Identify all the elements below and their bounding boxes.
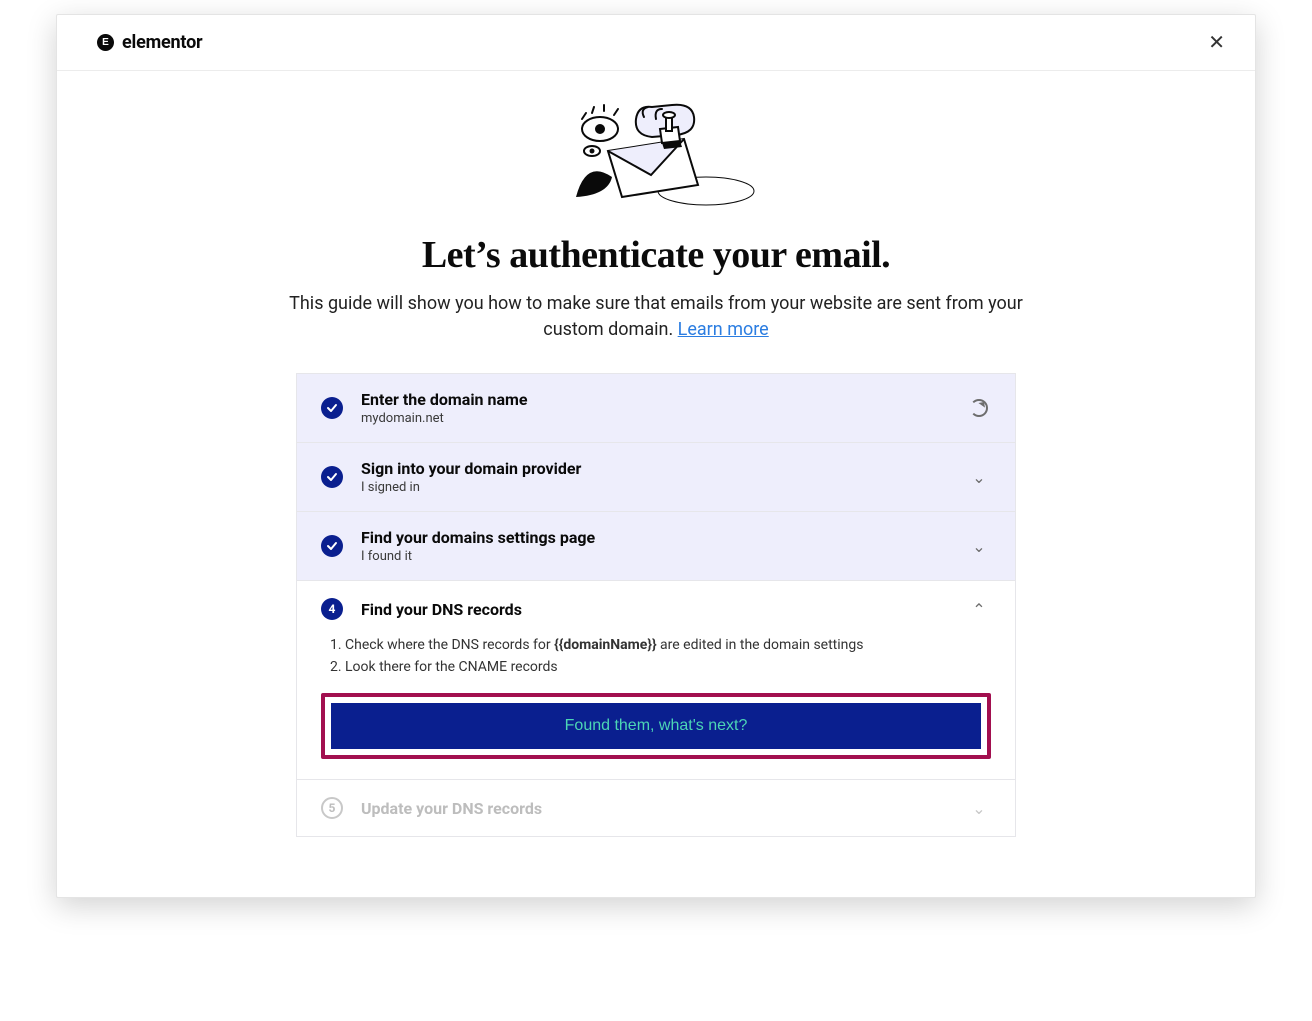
instruction-text: are edited in the domain settings (657, 637, 864, 653)
step-enter-domain: Enter the domain name mydomain.net (297, 374, 1015, 442)
check-icon (321, 466, 343, 488)
auth-email-modal: E elementor ✕ (56, 14, 1256, 898)
hero-illustration (556, 99, 756, 209)
step-sign-in-provider: Sign into your domain provider I signed … (297, 442, 1015, 511)
step-number-badge: 5 (321, 797, 343, 819)
step-find-dns-records: 4 Find your DNS records ⌃ Check where th… (297, 580, 1015, 779)
refresh-icon (970, 399, 988, 417)
modal-content: Let’s authenticate your email. This guid… (57, 71, 1255, 897)
found-them-next-button[interactable]: Found them, what's next? (331, 703, 981, 749)
instruction-item: Check where the DNS records for {{domain… (345, 637, 991, 653)
brand: E elementor (97, 32, 202, 53)
step-header[interactable]: Find your domains settings page I found … (297, 512, 1015, 580)
close-icon: ✕ (1208, 32, 1225, 54)
brand-badge-icon: E (97, 34, 114, 51)
chevron-down-icon: ⌄ (972, 537, 985, 556)
step-title: Update your DNS records (361, 799, 949, 818)
check-icon (321, 397, 343, 419)
step-title: Find your DNS records (361, 600, 949, 619)
learn-more-link[interactable]: Learn more (678, 319, 769, 340)
step-title: Enter the domain name (361, 390, 949, 409)
chevron-down-icon: ⌄ (972, 799, 985, 818)
step-subtitle: I found it (361, 549, 949, 564)
step-header[interactable]: 5 Update your DNS records ⌄ (297, 780, 1015, 836)
close-button[interactable]: ✕ (1202, 27, 1231, 59)
instruction-text: Check where the DNS records for (345, 637, 554, 653)
step-title: Sign into your domain provider (361, 459, 949, 478)
step-texts: Update your DNS records (361, 799, 949, 818)
step-header[interactable]: Sign into your domain provider I signed … (297, 443, 1015, 511)
step-header[interactable]: Enter the domain name mydomain.net (297, 374, 1015, 442)
instruction-item: Look there for the CNAME records (345, 659, 991, 675)
domain-name-placeholder: {{domainName}} (554, 637, 656, 653)
step-texts: Find your domains settings page I found … (361, 528, 949, 564)
subtitle-text: This guide will show you how to make sur… (289, 293, 1023, 340)
step-update-dns-records: 5 Update your DNS records ⌄ (297, 779, 1015, 836)
cta-highlight: Found them, what's next? (321, 693, 991, 759)
expand-button[interactable]: ⌄ (967, 465, 991, 489)
step-texts: Enter the domain name mydomain.net (361, 390, 949, 426)
step-find-settings: Find your domains settings page I found … (297, 511, 1015, 580)
step-number-badge: 4 (321, 598, 343, 620)
page-title: Let’s authenticate your email. (422, 233, 890, 277)
collapse-button[interactable]: ⌃ (967, 597, 991, 621)
step-subtitle: I signed in (361, 480, 949, 495)
instructions-list: Check where the DNS records for {{domain… (345, 637, 991, 675)
brand-name: elementor (122, 32, 202, 53)
steps-list: Enter the domain name mydomain.net Sign … (296, 373, 1016, 837)
step-header[interactable]: 4 Find your DNS records ⌃ (297, 581, 1015, 637)
chevron-down-icon: ⌄ (972, 468, 985, 487)
hero: Let’s authenticate your email. This guid… (266, 99, 1046, 343)
refresh-button[interactable] (967, 396, 991, 420)
check-icon (321, 535, 343, 557)
step-subtitle: mydomain.net (361, 411, 949, 426)
step-texts: Sign into your domain provider I signed … (361, 459, 949, 495)
expand-button[interactable]: ⌄ (967, 534, 991, 558)
step-texts: Find your DNS records (361, 600, 949, 619)
modal-header: E elementor ✕ (57, 15, 1255, 71)
expand-button[interactable]: ⌄ (967, 796, 991, 820)
page-subtitle: This guide will show you how to make sur… (266, 291, 1046, 343)
step-title: Find your domains settings page (361, 528, 949, 547)
chevron-up-icon: ⌃ (972, 600, 985, 619)
step-body: Check where the DNS records for {{domain… (297, 637, 1015, 779)
